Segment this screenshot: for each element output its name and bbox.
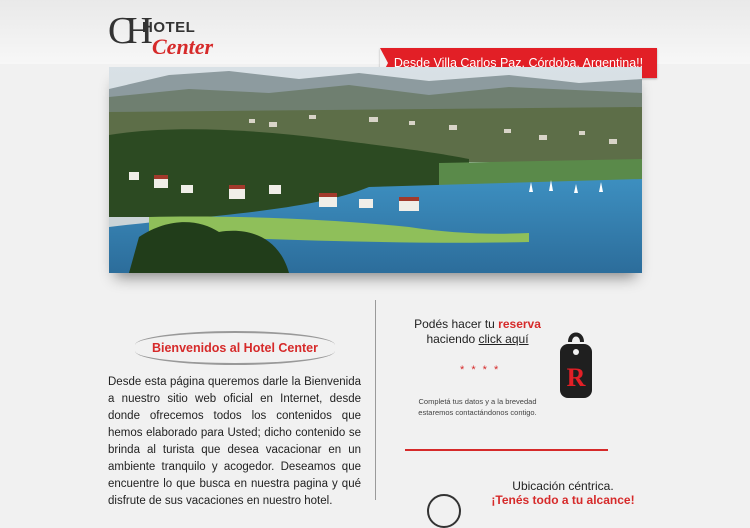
reserve-line2-prefix: haciendo (426, 332, 476, 346)
reserve-prefix: Podés hacer tu (414, 317, 495, 331)
reserve-click-link[interactable]: click aquí (479, 332, 529, 346)
location-line2: ¡Tenés todo a tu alcance! (491, 493, 635, 507)
reserve-line2: haciendo click aquí (405, 332, 550, 347)
reserve-stars: * * * * (460, 364, 501, 376)
hotel-logo[interactable]: CH HOTEL Center (108, 10, 248, 60)
column-divider (375, 300, 376, 500)
location-line1: Ubicación céntrica. (512, 479, 614, 493)
reserve-highlight: reserva (498, 317, 541, 331)
hero-image (109, 67, 642, 273)
location-pin-icon (427, 494, 461, 528)
reserve-note: Completá tus datos y a la brevedad estar… (418, 397, 537, 417)
logo-monogram: CH (108, 10, 153, 52)
tag-letter: R (567, 363, 586, 392)
logo-center-text: Center (152, 34, 214, 59)
welcome-title: Bienvenidos al Hotel Center (135, 331, 335, 365)
reservation-tag-icon[interactable]: R (556, 330, 596, 400)
welcome-text: Desde esta página queremos darle la Bien… (108, 376, 361, 507)
reserve-box: Podés hacer tu reserva haciendo click aq… (405, 317, 550, 347)
location-box: Ubicación céntrica. ¡Tenés todo a tu alc… (478, 479, 648, 507)
section-red-line (405, 449, 608, 451)
reserve-line1: Podés hacer tu reserva (405, 317, 550, 332)
